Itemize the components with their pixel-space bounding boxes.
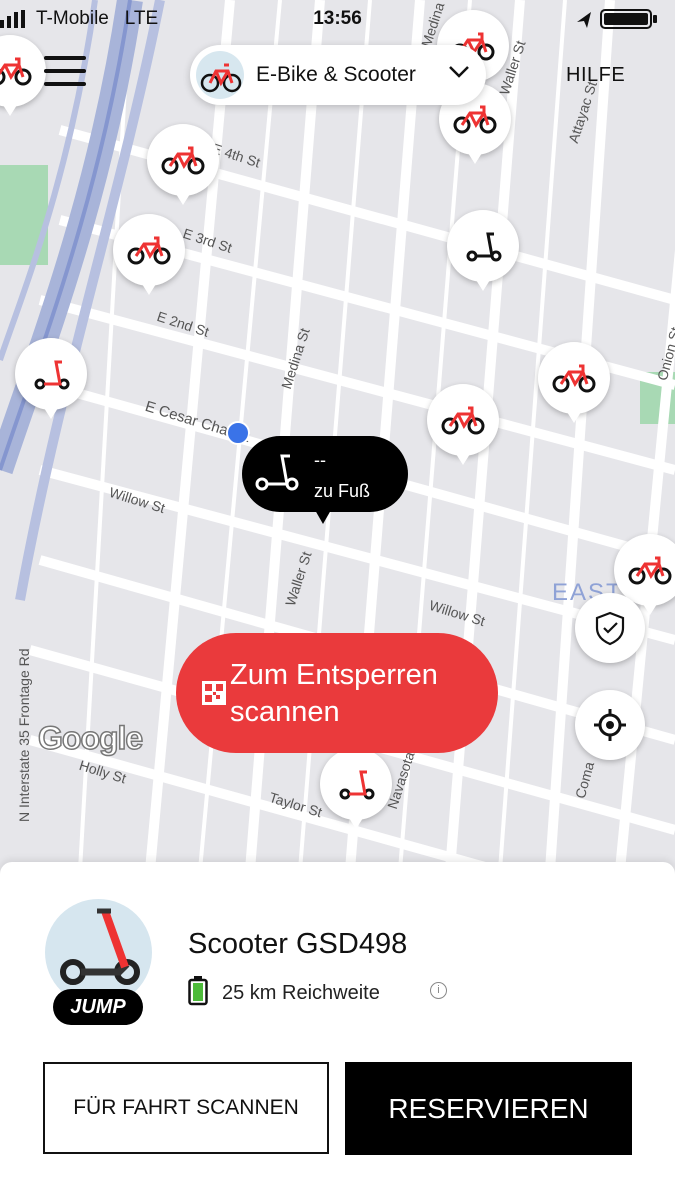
battery-icon [577,9,657,29]
scooter-pin[interactable] [15,338,87,419]
ebike-icon [0,57,32,86]
walk-distance: -- [314,450,326,470]
scan-for-ride-button[interactable]: FÜR FAHRT SCANNEN [43,1062,329,1154]
ebike-thumbnail [196,51,244,99]
info-icon[interactable]: i [430,982,447,999]
ebike-icon [552,364,596,393]
status-right [573,8,663,35]
vehicle-details-sheet: JUMP Scooter GSD498 25 km Reichweite i F… [0,862,675,1200]
shield-check-icon [595,611,625,646]
ebike-pin[interactable] [113,214,185,295]
scan-to-unlock-label: Zum Entsperren scannen [230,659,438,728]
safety-button[interactable] [575,593,645,663]
brand-badge: JUMP [53,989,143,1025]
crosshair-icon [594,709,626,741]
user-location-dot [226,421,250,445]
walk-mode: zu Fuß [314,481,371,501]
ebike-pin[interactable] [427,384,499,465]
scooter-icon [34,360,70,390]
reserve-button[interactable]: RESERVIEREN [345,1062,632,1155]
scooter-pin[interactable] [320,748,392,829]
scooter-pin[interactable] [447,210,519,291]
chevron-down-icon [449,66,469,78]
google-attribution: Google [37,719,144,757]
street-label: N Interstate 35 Frontage Rd [16,648,32,822]
location-arrow-icon [577,12,591,28]
vehicle-mode-label: E-Bike & Scooter [256,63,416,86]
ebike-pin[interactable] [538,342,610,423]
ebike-icon [161,146,205,175]
selected-vehicle-callout[interactable]: -- zu Fuß [242,436,408,524]
battery-level-icon [188,976,208,1006]
vehicle-mode-selector[interactable]: E-Bike & Scooter [190,45,486,105]
scan-to-unlock-button[interactable]: Zum Entsperren scannen [176,633,498,753]
ebike-icon [441,406,485,435]
scooter-icon [339,770,375,800]
ebike-icon [453,105,497,134]
menu-button[interactable] [44,56,86,92]
ebike-icon [200,63,242,93]
ebike-pin[interactable] [147,124,219,205]
help-button[interactable]: HILFE [566,64,625,87]
ebike-icon [628,556,672,585]
ebike-icon [127,236,171,265]
vehicle-range: 25 km Reichweite [222,982,380,1004]
scooter-icon [255,454,299,491]
status-bar: T-Mobile LTE 13:56 [0,0,675,38]
qr-code-icon [202,681,226,705]
vehicle-name: Scooter GSD498 [188,928,408,960]
recenter-button[interactable] [575,690,645,760]
scooter-icon [466,232,502,262]
map-view[interactable]: E 4th St E 3rd St E 2nd St E Cesar Chave… [0,0,675,870]
